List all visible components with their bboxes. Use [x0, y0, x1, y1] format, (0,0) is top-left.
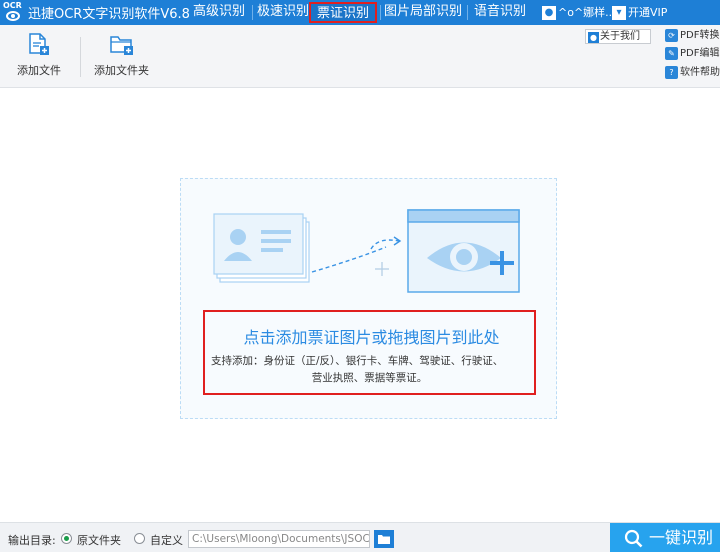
- output-path-input[interactable]: C:\Users\Mloong\Documents\JSOC: [188, 530, 370, 548]
- app-title: 迅捷OCR文字识别软件V6.8: [28, 7, 190, 22]
- drop-hint-title: 点击添加票证图片或拖拽图片到此处: [243, 328, 500, 347]
- pdf-convert-link[interactable]: ⟳ PDF转换: [665, 28, 719, 43]
- vip-label: 开通VIP: [628, 6, 668, 19]
- add-folder-icon: [110, 36, 133, 55]
- one-click-recognize-button[interactable]: 一键识别: [610, 523, 720, 552]
- user-account[interactable]: ● ^o^娜样...: [542, 3, 616, 22]
- eye-icon: [6, 11, 20, 21]
- open-vip-button[interactable]: ▾ 开通VIP: [612, 3, 667, 22]
- original-folder-label[interactable]: 原文件夹: [77, 532, 121, 548]
- pdf-edit-link[interactable]: ✎ PDF编辑: [665, 46, 719, 61]
- bottom-bar: 输出目录: 原文件夹 自定义 C:\Users\Mloong\Documents…: [0, 522, 720, 552]
- drop-zone-illustration: [213, 209, 520, 293]
- output-dir-label: 输出目录:: [8, 534, 56, 547]
- tab-divider: [380, 5, 381, 20]
- tab-ticket-recognition[interactable]: 票证识别: [309, 2, 377, 23]
- software-help-link[interactable]: ? 软件帮助: [665, 65, 720, 80]
- toolbar-divider: [80, 37, 81, 77]
- search-icon: [624, 529, 643, 548]
- radio-custom-folder[interactable]: [134, 533, 145, 544]
- help-icon: ?: [665, 65, 678, 79]
- user-icon: ●: [588, 32, 599, 43]
- id-card-icon: [213, 213, 304, 275]
- supported-types-line1: 支持添加：身份证（正/反）、银行卡、车牌、驾驶证、行驶证、: [211, 355, 504, 367]
- tab-advanced-recognition[interactable]: 高级识别: [190, 2, 248, 23]
- add-folder-button[interactable]: 添加文件夹: [90, 25, 154, 87]
- browse-folder-button[interactable]: [374, 530, 394, 548]
- add-file-icon: [29, 33, 49, 55]
- add-file-label: 添加文件: [17, 64, 61, 77]
- add-file-button[interactable]: 添加文件: [8, 25, 68, 87]
- main-area: 点击添加票证图片或拖拽图片到此处 支持添加：身份证（正/反）、银行卡、车牌、驾驶…: [0, 89, 720, 522]
- supported-types-line2: 营业执照、票据等票证。: [311, 372, 428, 384]
- edit-icon: ✎: [665, 46, 678, 60]
- logo-text: OCR: [3, 1, 22, 10]
- custom-folder-label[interactable]: 自定义: [150, 532, 183, 548]
- hint-highlight-box: 点击添加票证图片或拖拽图片到此处 支持添加：身份证（正/反）、银行卡、车牌、驾驶…: [203, 310, 536, 395]
- tab-divider: [252, 5, 253, 20]
- folder-icon: [378, 535, 390, 544]
- tab-fast-recognition[interactable]: 极速识别: [254, 2, 312, 23]
- toolbar: 添加文件 添加文件夹 ● 关于我们 ⟳ PDF转换 ✎ PDF编辑 ? 软件帮助: [0, 25, 720, 88]
- image-window-icon: [407, 209, 520, 293]
- convert-icon: ⟳: [665, 28, 678, 42]
- tab-voice-recognition[interactable]: 语音识别: [471, 2, 529, 23]
- dashed-arrow: [311, 246, 387, 273]
- user-icon: ●: [542, 6, 556, 20]
- move-icon: [375, 262, 389, 276]
- about-us-button[interactable]: ● 关于我们: [585, 29, 651, 44]
- ticket-drop-zone[interactable]: 点击添加票证图片或拖拽图片到此处 支持添加：身份证（正/反）、银行卡、车牌、驾驶…: [180, 178, 557, 419]
- add-folder-label: 添加文件夹: [94, 64, 149, 77]
- radio-original-folder[interactable]: [61, 533, 72, 544]
- software-help-label: 软件帮助: [680, 67, 720, 78]
- about-us-label: 关于我们: [600, 31, 640, 42]
- tab-partial-image-recognition[interactable]: 图片局部识别: [383, 2, 463, 23]
- pdf-edit-label: PDF编辑: [680, 48, 720, 59]
- cart-icon: ▾: [612, 6, 626, 20]
- tab-divider: [467, 5, 468, 20]
- user-name: ^o^娜样...: [558, 6, 616, 19]
- app-logo: OCR: [3, 1, 23, 23]
- pdf-convert-label: PDF转换: [680, 30, 720, 41]
- title-bar: OCR 迅捷OCR文字识别软件V6.8 高级识别 极速识别 票证识别 图片局部识…: [0, 0, 720, 25]
- recognize-label: 一键识别: [649, 528, 714, 547]
